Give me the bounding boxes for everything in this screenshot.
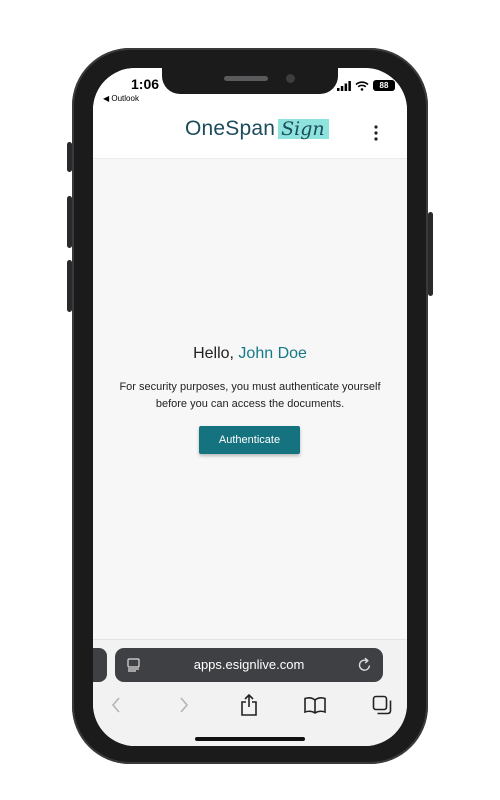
onespan-sign-logo: OneSpan Sign bbox=[185, 117, 329, 141]
reload-icon[interactable] bbox=[358, 657, 372, 672]
speaker bbox=[224, 76, 268, 81]
share-button[interactable] bbox=[236, 692, 262, 718]
address-bar[interactable]: apps.esignlive.com bbox=[115, 648, 383, 682]
more-vertical-icon[interactable] bbox=[371, 124, 381, 142]
tabs-button[interactable] bbox=[369, 692, 395, 718]
back-to-app-link[interactable]: ◀ Outlook bbox=[103, 94, 139, 103]
battery-icon: 88 bbox=[373, 80, 395, 91]
app-header: OneSpan Sign bbox=[93, 108, 407, 159]
bookmarks-button[interactable] bbox=[302, 692, 328, 718]
security-message: For security purposes, you must authenti… bbox=[93, 379, 407, 413]
volume-down-button bbox=[67, 260, 72, 312]
security-message-line-1: For security purposes, you must authenti… bbox=[119, 381, 381, 393]
front-camera bbox=[286, 74, 295, 83]
logo-text-sign: Sign bbox=[278, 119, 329, 139]
browser-toolbar bbox=[93, 692, 407, 720]
phone-screen: 1:06 ◀ Outlook 88 OneSpan Sign Hello, Jo… bbox=[93, 68, 407, 746]
browser-bottom-bar: apps.esignlive.com bbox=[93, 639, 407, 746]
status-icons: 88 bbox=[337, 80, 395, 91]
silent-switch bbox=[67, 142, 72, 172]
signal-icon bbox=[337, 80, 351, 91]
tabs-icon bbox=[372, 695, 392, 715]
back-chevron-icon bbox=[111, 697, 120, 713]
greeting-prefix: Hello, bbox=[193, 345, 234, 362]
volume-up-button bbox=[67, 196, 72, 248]
wifi-icon bbox=[355, 80, 369, 91]
share-icon bbox=[241, 694, 257, 716]
main-content: Hello, John Doe For security purposes, y… bbox=[93, 159, 407, 639]
power-button bbox=[428, 212, 433, 296]
home-indicator bbox=[195, 737, 305, 741]
forward-chevron-icon bbox=[180, 697, 189, 713]
url-text: apps.esignlive.com bbox=[193, 657, 305, 672]
back-button[interactable] bbox=[103, 692, 129, 718]
notch bbox=[162, 68, 338, 94]
previous-tab-preview[interactable] bbox=[93, 648, 107, 682]
bookmarks-icon bbox=[304, 697, 326, 714]
security-message-line-2: before you can access the documents. bbox=[155, 398, 345, 410]
greeting: Hello, John Doe bbox=[93, 345, 407, 363]
status-time: 1:06 bbox=[131, 76, 160, 92]
forward-button[interactable] bbox=[171, 692, 197, 718]
authenticate-button[interactable]: Authenticate bbox=[199, 426, 300, 454]
logo-text-main: OneSpan bbox=[185, 117, 276, 140]
user-name: John Doe bbox=[238, 345, 307, 362]
